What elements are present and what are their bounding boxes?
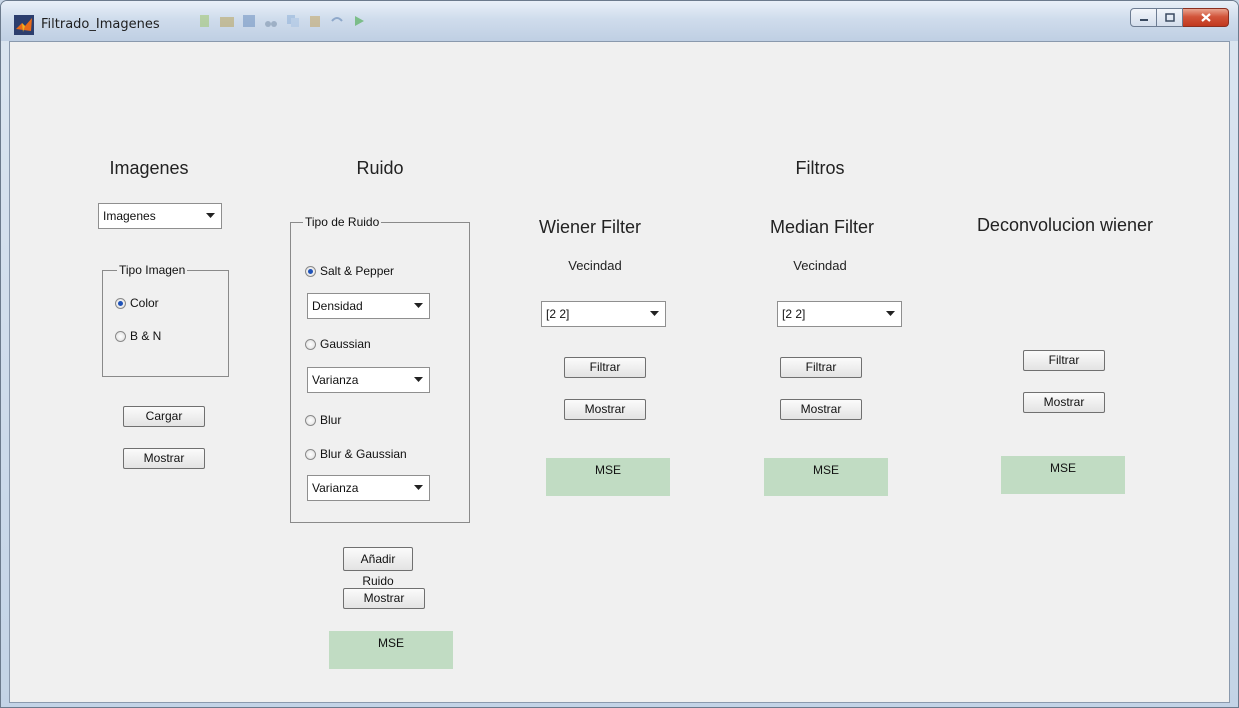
window-controls [1130, 8, 1229, 27]
radio-unchecked-icon [305, 414, 316, 426]
title-bar: Filtrado_Imagenes [1, 1, 1238, 41]
tipo-imagen-group: Tipo Imagen [102, 263, 229, 377]
figure-area: Imagenes Imagenes Tipo Imagen Color B & … [9, 41, 1230, 703]
imagenes-select-value: Imagenes [103, 209, 156, 223]
radio-salt-pepper-label: Salt & Pepper [320, 264, 395, 278]
wiener-filtrar-button[interactable]: Filtrar [564, 357, 646, 378]
window-title: Filtrado_Imagenes [41, 17, 160, 32]
maximize-button[interactable] [1157, 8, 1183, 27]
wiener-vecindad-label: Vecindad [568, 258, 622, 273]
densidad-select-value: Densidad [312, 299, 363, 313]
ruido-mostrar-button[interactable]: Mostrar [343, 588, 425, 609]
chevron-down-icon [411, 479, 426, 497]
radio-gaussian[interactable]: Gaussian [305, 337, 371, 351]
radio-blur[interactable]: Blur [305, 413, 341, 427]
new-icon[interactable] [196, 12, 214, 30]
run-icon[interactable] [350, 12, 368, 30]
wiener-select-value: [2 2] [546, 307, 570, 321]
chevron-down-icon [411, 297, 426, 315]
wiener-title: Wiener Filter [538, 217, 641, 237]
radio-unchecked-icon [115, 330, 126, 342]
maximize-icon [1164, 13, 1175, 22]
deconv-title: Deconvolucion wiener [976, 215, 1154, 235]
deconv-filtrar-button[interactable]: Filtrar [1023, 350, 1105, 371]
deconv-mostrar-button[interactable]: Mostrar [1023, 392, 1105, 413]
wiener-mostrar-button[interactable]: Mostrar [564, 399, 646, 420]
chevron-down-icon [883, 305, 898, 323]
close-icon [1200, 13, 1211, 22]
anadir-ruido-button[interactable]: Añadir Ruido [343, 547, 413, 588]
paste-icon[interactable] [306, 12, 324, 30]
median-filtrar-button[interactable]: Filtrar [780, 357, 862, 378]
filtros-heading: Filtros [795, 158, 845, 178]
imagenes-select[interactable]: Imagenes [98, 203, 222, 229]
median-vecindad-select[interactable]: [2 2] [777, 301, 902, 327]
save-icon[interactable] [240, 12, 258, 30]
app-window: Filtrado_Imagenes Imagenes Imagenes Tipo… [0, 0, 1239, 708]
median-mostrar-button[interactable]: Mostrar [780, 399, 862, 420]
radio-gaussian-label: Gaussian [320, 337, 371, 351]
radio-blur-gaussian-label: Blur & Gaussian [320, 447, 407, 461]
open-icon[interactable] [218, 12, 236, 30]
varianza-select-1[interactable]: Varianza [307, 367, 430, 393]
chevron-down-icon [203, 207, 218, 225]
tipo-ruido-label: Tipo de Ruido [303, 215, 382, 229]
ruido-heading: Ruido [356, 158, 404, 178]
wiener-vecindad-select[interactable]: [2 2] [541, 301, 666, 327]
radio-blur-gaussian[interactable]: Blur & Gaussian [305, 447, 407, 461]
chevron-down-icon [647, 305, 662, 323]
cut-icon[interactable] [262, 12, 280, 30]
varianza-select-2[interactable]: Varianza [307, 475, 430, 501]
radio-checked-icon [305, 265, 316, 277]
imagenes-heading: Imagenes [109, 158, 189, 178]
copy-icon[interactable] [284, 12, 302, 30]
radio-blur-label: Blur [320, 413, 342, 427]
tipo-imagen-label: Tipo Imagen [117, 263, 188, 277]
median-vecindad-label: Vecindad [793, 258, 847, 273]
imagenes-mostrar-button[interactable]: Mostrar [123, 448, 205, 469]
varianza-select-1-value: Varianza [312, 373, 359, 387]
radio-color-label: Color [130, 296, 159, 310]
radio-color[interactable]: Color [115, 296, 159, 310]
radio-bn[interactable]: B & N [115, 329, 161, 343]
wiener-mse-box: MSE [546, 458, 670, 496]
ruido-mse-box: MSE [329, 631, 453, 669]
median-title: Median Filter [769, 217, 875, 237]
radio-unchecked-icon [305, 338, 316, 350]
deconv-mse-box: MSE [1001, 456, 1125, 494]
chevron-down-icon [411, 371, 426, 389]
median-mse-box: MSE [764, 458, 888, 496]
undo-icon[interactable] [328, 12, 346, 30]
radio-salt-pepper[interactable]: Salt & Pepper [305, 264, 394, 278]
minimize-icon [1139, 18, 1148, 21]
densidad-select[interactable]: Densidad [307, 293, 430, 319]
minimize-button[interactable] [1130, 8, 1157, 27]
radio-checked-icon [115, 297, 126, 309]
radio-unchecked-icon [305, 448, 316, 460]
close-button[interactable] [1183, 8, 1229, 27]
quick-toolbar [196, 12, 368, 34]
varianza-select-2-value: Varianza [312, 481, 359, 495]
cargar-button[interactable]: Cargar [123, 406, 205, 427]
radio-bn-label: B & N [130, 329, 162, 343]
matlab-logo-icon [14, 15, 34, 35]
median-select-value: [2 2] [782, 307, 806, 321]
